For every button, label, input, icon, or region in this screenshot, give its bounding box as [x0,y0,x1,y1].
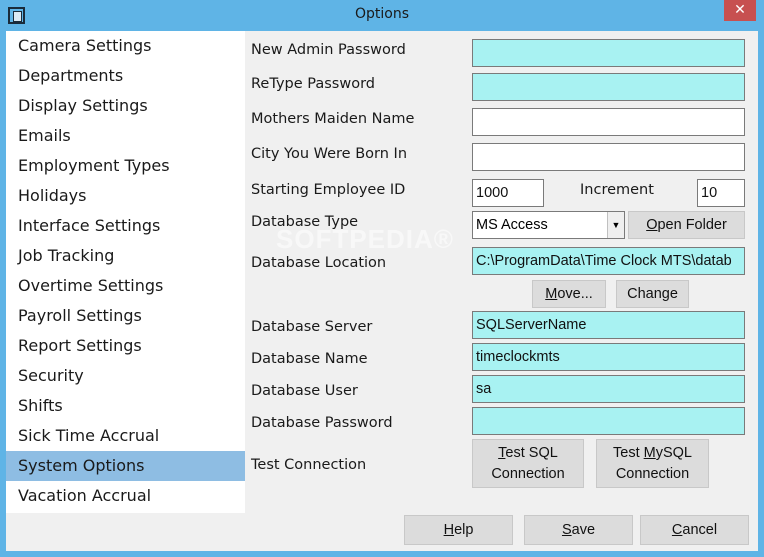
starting-employee-id-field[interactable]: 1000 [472,179,544,207]
retype-password-label: ReType Password [251,76,375,92]
sidebar-item-display-settings[interactable]: Display Settings [6,91,245,121]
sidebar-item-vacation-accrual[interactable]: Vacation Accrual [6,481,245,511]
sidebar-item-report-settings[interactable]: Report Settings [6,331,245,361]
database-name-label: Database Name [251,351,368,367]
test-connection-label: Test Connection [251,457,367,473]
sidebar-item-overtime-settings[interactable]: Overtime Settings [6,271,245,301]
test-mysql-connection-button[interactable]: Test MySQL Connection [596,439,709,488]
sidebar-item-payroll-settings[interactable]: Payroll Settings [6,301,245,331]
database-password-label: Database Password [251,415,393,431]
sidebar-item-employment-types[interactable]: Employment Types [6,151,245,181]
database-location-label: Database Location [251,255,387,271]
test-sql-connection-button[interactable]: Test SQL Connection [472,439,584,488]
city-born-field[interactable] [472,143,745,171]
city-born-label: City You Were Born In [251,146,408,162]
mothers-maiden-name-field[interactable] [472,108,745,136]
mothers-maiden-name-label: Mothers Maiden Name [251,111,415,127]
chevron-down-icon[interactable]: ▼ [607,212,624,238]
options-category-list[interactable]: Camera Settings Departments Display Sett… [6,31,245,513]
database-type-select[interactable]: MS Access ▼ [472,211,625,239]
sidebar-item-interface-settings[interactable]: Interface Settings [6,211,245,241]
sidebar-item-holidays[interactable]: Holidays [6,181,245,211]
new-admin-password-label: New Admin Password [251,42,406,58]
sidebar-item-security[interactable]: Security [6,361,245,391]
help-button[interactable]: Help [404,515,513,545]
cancel-button[interactable]: Cancel [640,515,749,545]
database-location-field[interactable]: C:\ProgramData\Time Clock MTS\datab [472,247,745,275]
open-folder-button[interactable]: Open Folder [628,211,745,239]
retype-password-field[interactable] [472,73,745,101]
client-area: Camera Settings Departments Display Sett… [6,31,758,551]
starting-employee-id-label: Starting Employee ID [251,182,406,198]
sidebar-item-departments[interactable]: Departments [6,61,245,91]
database-type-value: MS Access [476,217,548,233]
close-icon[interactable]: ✕ [724,0,756,21]
database-user-field[interactable]: sa [472,375,745,403]
increment-field[interactable]: 10 [697,179,745,207]
sidebar-item-system-options[interactable]: System Options [6,451,245,481]
sidebar-item-shifts[interactable]: Shifts [6,391,245,421]
change-button[interactable]: Change [616,280,689,308]
database-server-field[interactable]: SQLServerName [472,311,745,339]
move-button[interactable]: Move... [532,280,606,308]
database-user-label: Database User [251,383,358,399]
options-window: Options ✕ Camera Settings Departments Di… [0,0,764,557]
sidebar-item-job-tracking[interactable]: Job Tracking [6,241,245,271]
sidebar-item-camera-settings[interactable]: Camera Settings [6,31,245,61]
database-server-label: Database Server [251,319,373,335]
sidebar-item-emails[interactable]: Emails [6,121,245,151]
database-name-field[interactable]: timeclockmts [472,343,745,371]
watermark: SOFTPEDIA® [276,224,454,254]
new-admin-password-field[interactable] [472,39,745,67]
title-bar[interactable]: Options ✕ [0,0,764,31]
sidebar-item-sick-time-accrual[interactable]: Sick Time Accrual [6,421,245,451]
increment-label: Increment [580,182,654,198]
window-title: Options [354,6,410,22]
save-button[interactable]: Save [524,515,633,545]
database-password-field[interactable] [472,407,745,435]
